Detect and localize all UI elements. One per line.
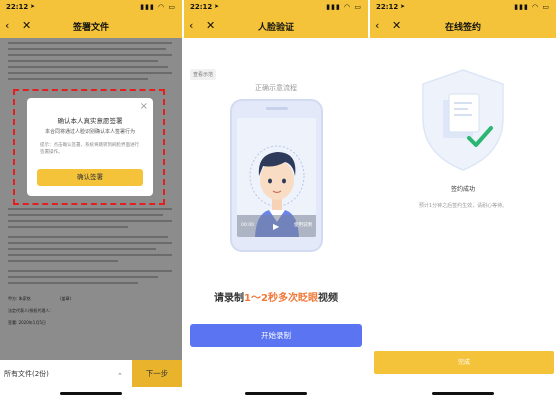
dialog-title: 确认本人真实意愿签署 bbox=[57, 117, 123, 125]
location-icon: ➤ bbox=[30, 3, 36, 10]
online-signing-screen: 22:12 ➤ ▮▮▮ ◠ ▭ ‹ ✕ 在线签约 签约成功 预计1分钟之后签约生… bbox=[370, 0, 556, 399]
page-title: 签署文件 bbox=[72, 23, 109, 33]
all-files-toggle[interactable]: 所有文件(2份) bbox=[4, 369, 49, 379]
play-icon[interactable]: ▶ bbox=[273, 222, 279, 231]
nav-bar: ‹ ✕ 签署文件 bbox=[0, 18, 182, 36]
home-indicator bbox=[432, 392, 494, 395]
top-bar: 22:12 ➤ ▮▮▮ ◠ ▭ ‹ ✕ 人脸验证 bbox=[184, 0, 368, 38]
screenshot-composite: 22:12 ➤ ▮▮▮ ◠ ▭ ‹ ✕ 签署文件 甲方: 朱家铭 (盖章) 法定… bbox=[0, 0, 556, 399]
video-time: 00:00 bbox=[241, 223, 254, 228]
page-title: 人脸验证 bbox=[257, 23, 294, 33]
video-help-label[interactable]: 使用说明 bbox=[294, 222, 312, 228]
status-icons: ▮▮▮ ◠ ▭ bbox=[140, 3, 176, 11]
guide-title: 正确示意流程 bbox=[255, 84, 297, 92]
status-icons: ▮▮▮ ◠ ▭ bbox=[326, 3, 362, 11]
face-verification-screen: 22:12 ➤ ▮▮▮ ◠ ▭ ‹ ✕ 人脸验证 查看示范 正确示意流程 00:… bbox=[184, 0, 368, 399]
record-instruction: 请录制1～2秒多次眨眼视频 bbox=[184, 289, 368, 304]
status-time: 22:12 bbox=[6, 3, 29, 11]
instruction-prefix: 请录制 bbox=[214, 293, 245, 304]
location-icon: ➤ bbox=[400, 3, 406, 10]
sign-document-screen: 22:12 ➤ ▮▮▮ ◠ ▭ ‹ ✕ 签署文件 甲方: 朱家铭 (盖章) 法定… bbox=[0, 0, 182, 399]
top-bar: 22:12 ➤ ▮▮▮ ◠ ▭ ‹ ✕ 签署文件 bbox=[0, 0, 182, 38]
top-bar: 22:12 ➤ ▮▮▮ ◠ ▭ ‹ ✕ 在线签约 bbox=[370, 0, 556, 38]
success-title: 签约成功 bbox=[450, 186, 475, 193]
status-time: 22:12 bbox=[376, 3, 399, 11]
status-bar: 22:12 ➤ ▮▮▮ ◠ ▭ bbox=[370, 3, 556, 15]
success-description: 预计1分钟之后签约生效，请耐心等待。 bbox=[418, 203, 508, 209]
shield-check-icon bbox=[422, 69, 504, 171]
dialog-close-icon[interactable]: × bbox=[140, 101, 148, 112]
chevron-up-icon[interactable]: ⌃ bbox=[117, 372, 123, 380]
done-button[interactable]: 完成 bbox=[374, 351, 554, 374]
confirm-sign-button[interactable]: 确认签署 bbox=[37, 169, 143, 186]
status-bar: 22:12 ➤ ▮▮▮ ◠ ▭ bbox=[0, 3, 182, 15]
location-icon: ➤ bbox=[214, 3, 220, 10]
start-recording-button[interactable]: 开始录制 bbox=[190, 324, 362, 347]
demo-video[interactable]: 00:00 ▶ 使用说明 bbox=[237, 118, 316, 237]
home-indicator bbox=[245, 392, 307, 395]
status-bar: 22:12 ➤ ▮▮▮ ◠ ▭ bbox=[184, 3, 368, 15]
next-step-button[interactable]: 下一步 bbox=[132, 360, 182, 387]
instruction-suffix: 视频 bbox=[317, 293, 338, 304]
demo-phone-illustration: 00:00 ▶ 使用说明 bbox=[230, 99, 323, 252]
home-indicator bbox=[60, 392, 122, 395]
nav-bar: ‹ ✕ 在线签约 bbox=[370, 18, 556, 36]
instruction-highlight: 1～2秒多次眨眼 bbox=[244, 293, 318, 304]
page-title: 在线签约 bbox=[444, 23, 481, 33]
status-time: 22:12 bbox=[190, 3, 213, 11]
dialog-hint: 提示：点击确认签署，系统将跳转到刷脸界面进行签署操作。 bbox=[40, 143, 139, 155]
status-icons: ▮▮▮ ◠ ▭ bbox=[514, 3, 550, 11]
phone-speaker bbox=[266, 107, 288, 110]
dialog-subtitle: 本合同将通过人脸识别确认本人签署行为 bbox=[44, 129, 135, 135]
view-demo-tag[interactable]: 查看示范 bbox=[190, 69, 217, 80]
confirm-sign-dialog: × 确认本人真实意愿签署 本合同将通过人脸识别确认本人签署行为 提示：点击确认签… bbox=[27, 98, 153, 196]
nav-bar: ‹ ✕ 人脸验证 bbox=[184, 18, 368, 36]
